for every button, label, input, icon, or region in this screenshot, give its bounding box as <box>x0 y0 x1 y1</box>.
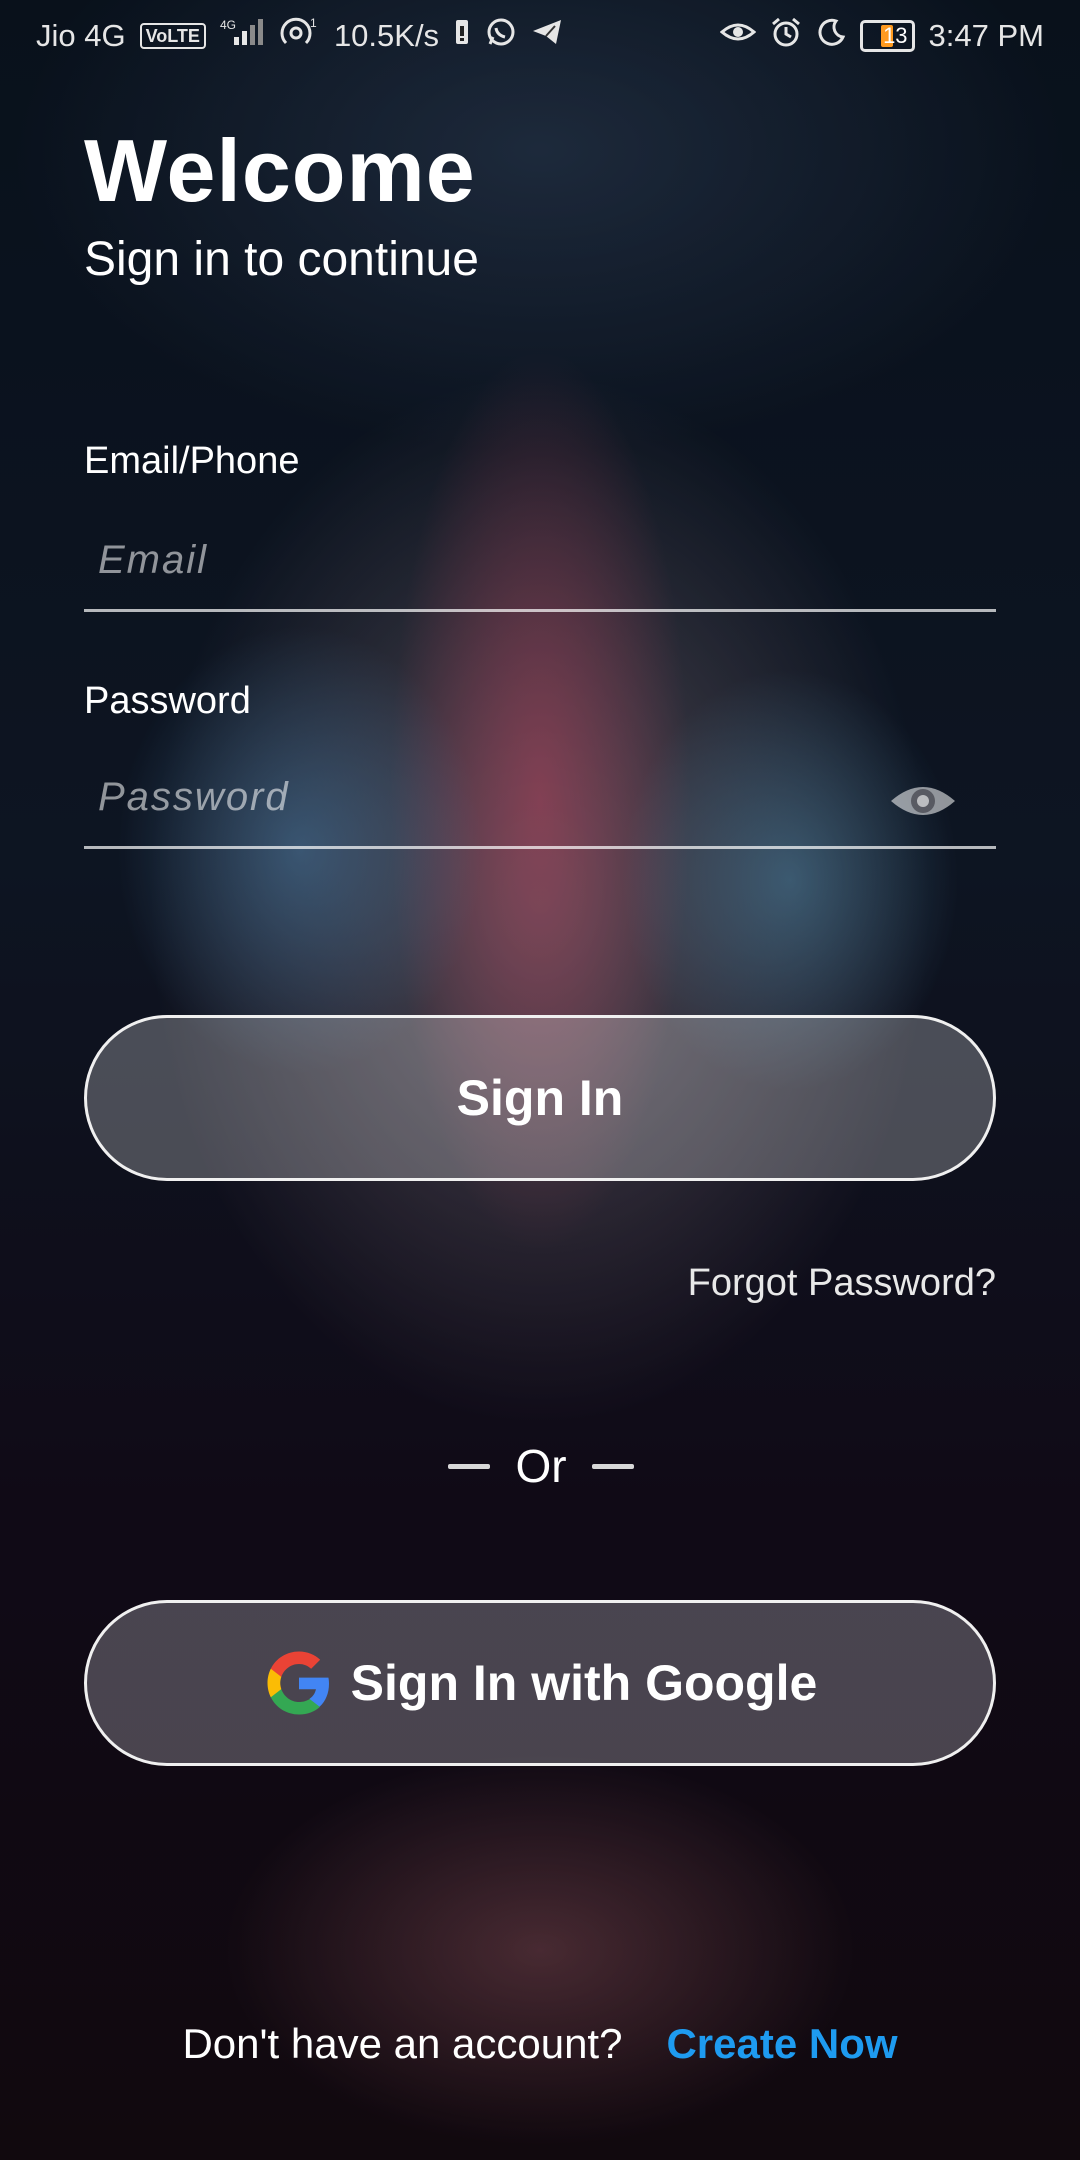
hotspot-icon: 1 <box>280 15 320 57</box>
password-input[interactable] <box>84 749 996 849</box>
eye-comfort-icon <box>719 18 757 54</box>
svg-text:4G: 4G <box>220 18 236 32</box>
telegram-icon <box>531 17 563 55</box>
battery-alert-icon <box>453 17 471 55</box>
signup-prompt: Don't have an account? <box>182 2020 623 2067</box>
sign-in-label: Sign In <box>456 1070 624 1126</box>
forgot-password-link[interactable]: Forgot Password? <box>688 1262 996 1305</box>
network-speed: 10.5K/s <box>333 18 440 53</box>
alarm-icon <box>770 16 802 56</box>
or-line-left <box>448 1463 490 1469</box>
status-bar: Jio 4G VoLTE 4G 1 10.5K/s 13 3:47 PM <box>0 0 1080 72</box>
clock-text: 3:47 PM <box>928 18 1044 53</box>
or-line-right <box>591 1463 634 1469</box>
page-subtitle: Sign in to continue <box>84 233 479 286</box>
signal-icon: 4G <box>220 17 266 55</box>
google-sign-in-button[interactable]: Sign In with Google <box>84 1600 996 1766</box>
carrier-text: Jio 4G <box>36 18 126 53</box>
signup-row: Don't have an account? Create Now <box>0 2020 1080 2068</box>
create-account-link[interactable]: Create Now <box>666 2020 897 2068</box>
status-left: Jio 4G VoLTE 4G 1 10.5K/s <box>36 15 563 57</box>
volte-badge: VoLTE <box>139 23 206 49</box>
show-password-icon[interactable] <box>888 773 958 829</box>
email-input[interactable] <box>84 512 996 612</box>
status-right: 13 3:47 PM <box>719 16 1044 56</box>
moon-icon <box>816 17 846 55</box>
google-icon <box>267 1651 329 1715</box>
password-label: Password <box>84 680 251 722</box>
hotspot-count: 1 <box>310 16 317 30</box>
or-divider: Or <box>448 1436 634 1496</box>
email-label: Email/Phone <box>84 440 300 482</box>
page-title: Welcome <box>84 121 476 220</box>
battery-level: 13 <box>883 23 908 48</box>
sign-in-button[interactable]: Sign In <box>84 1015 996 1181</box>
battery-icon: 13 <box>860 20 915 52</box>
whatsapp-icon <box>485 16 517 56</box>
google-sign-in-label: Sign In with Google <box>350 1655 818 1711</box>
or-text: Or <box>515 1440 567 1492</box>
